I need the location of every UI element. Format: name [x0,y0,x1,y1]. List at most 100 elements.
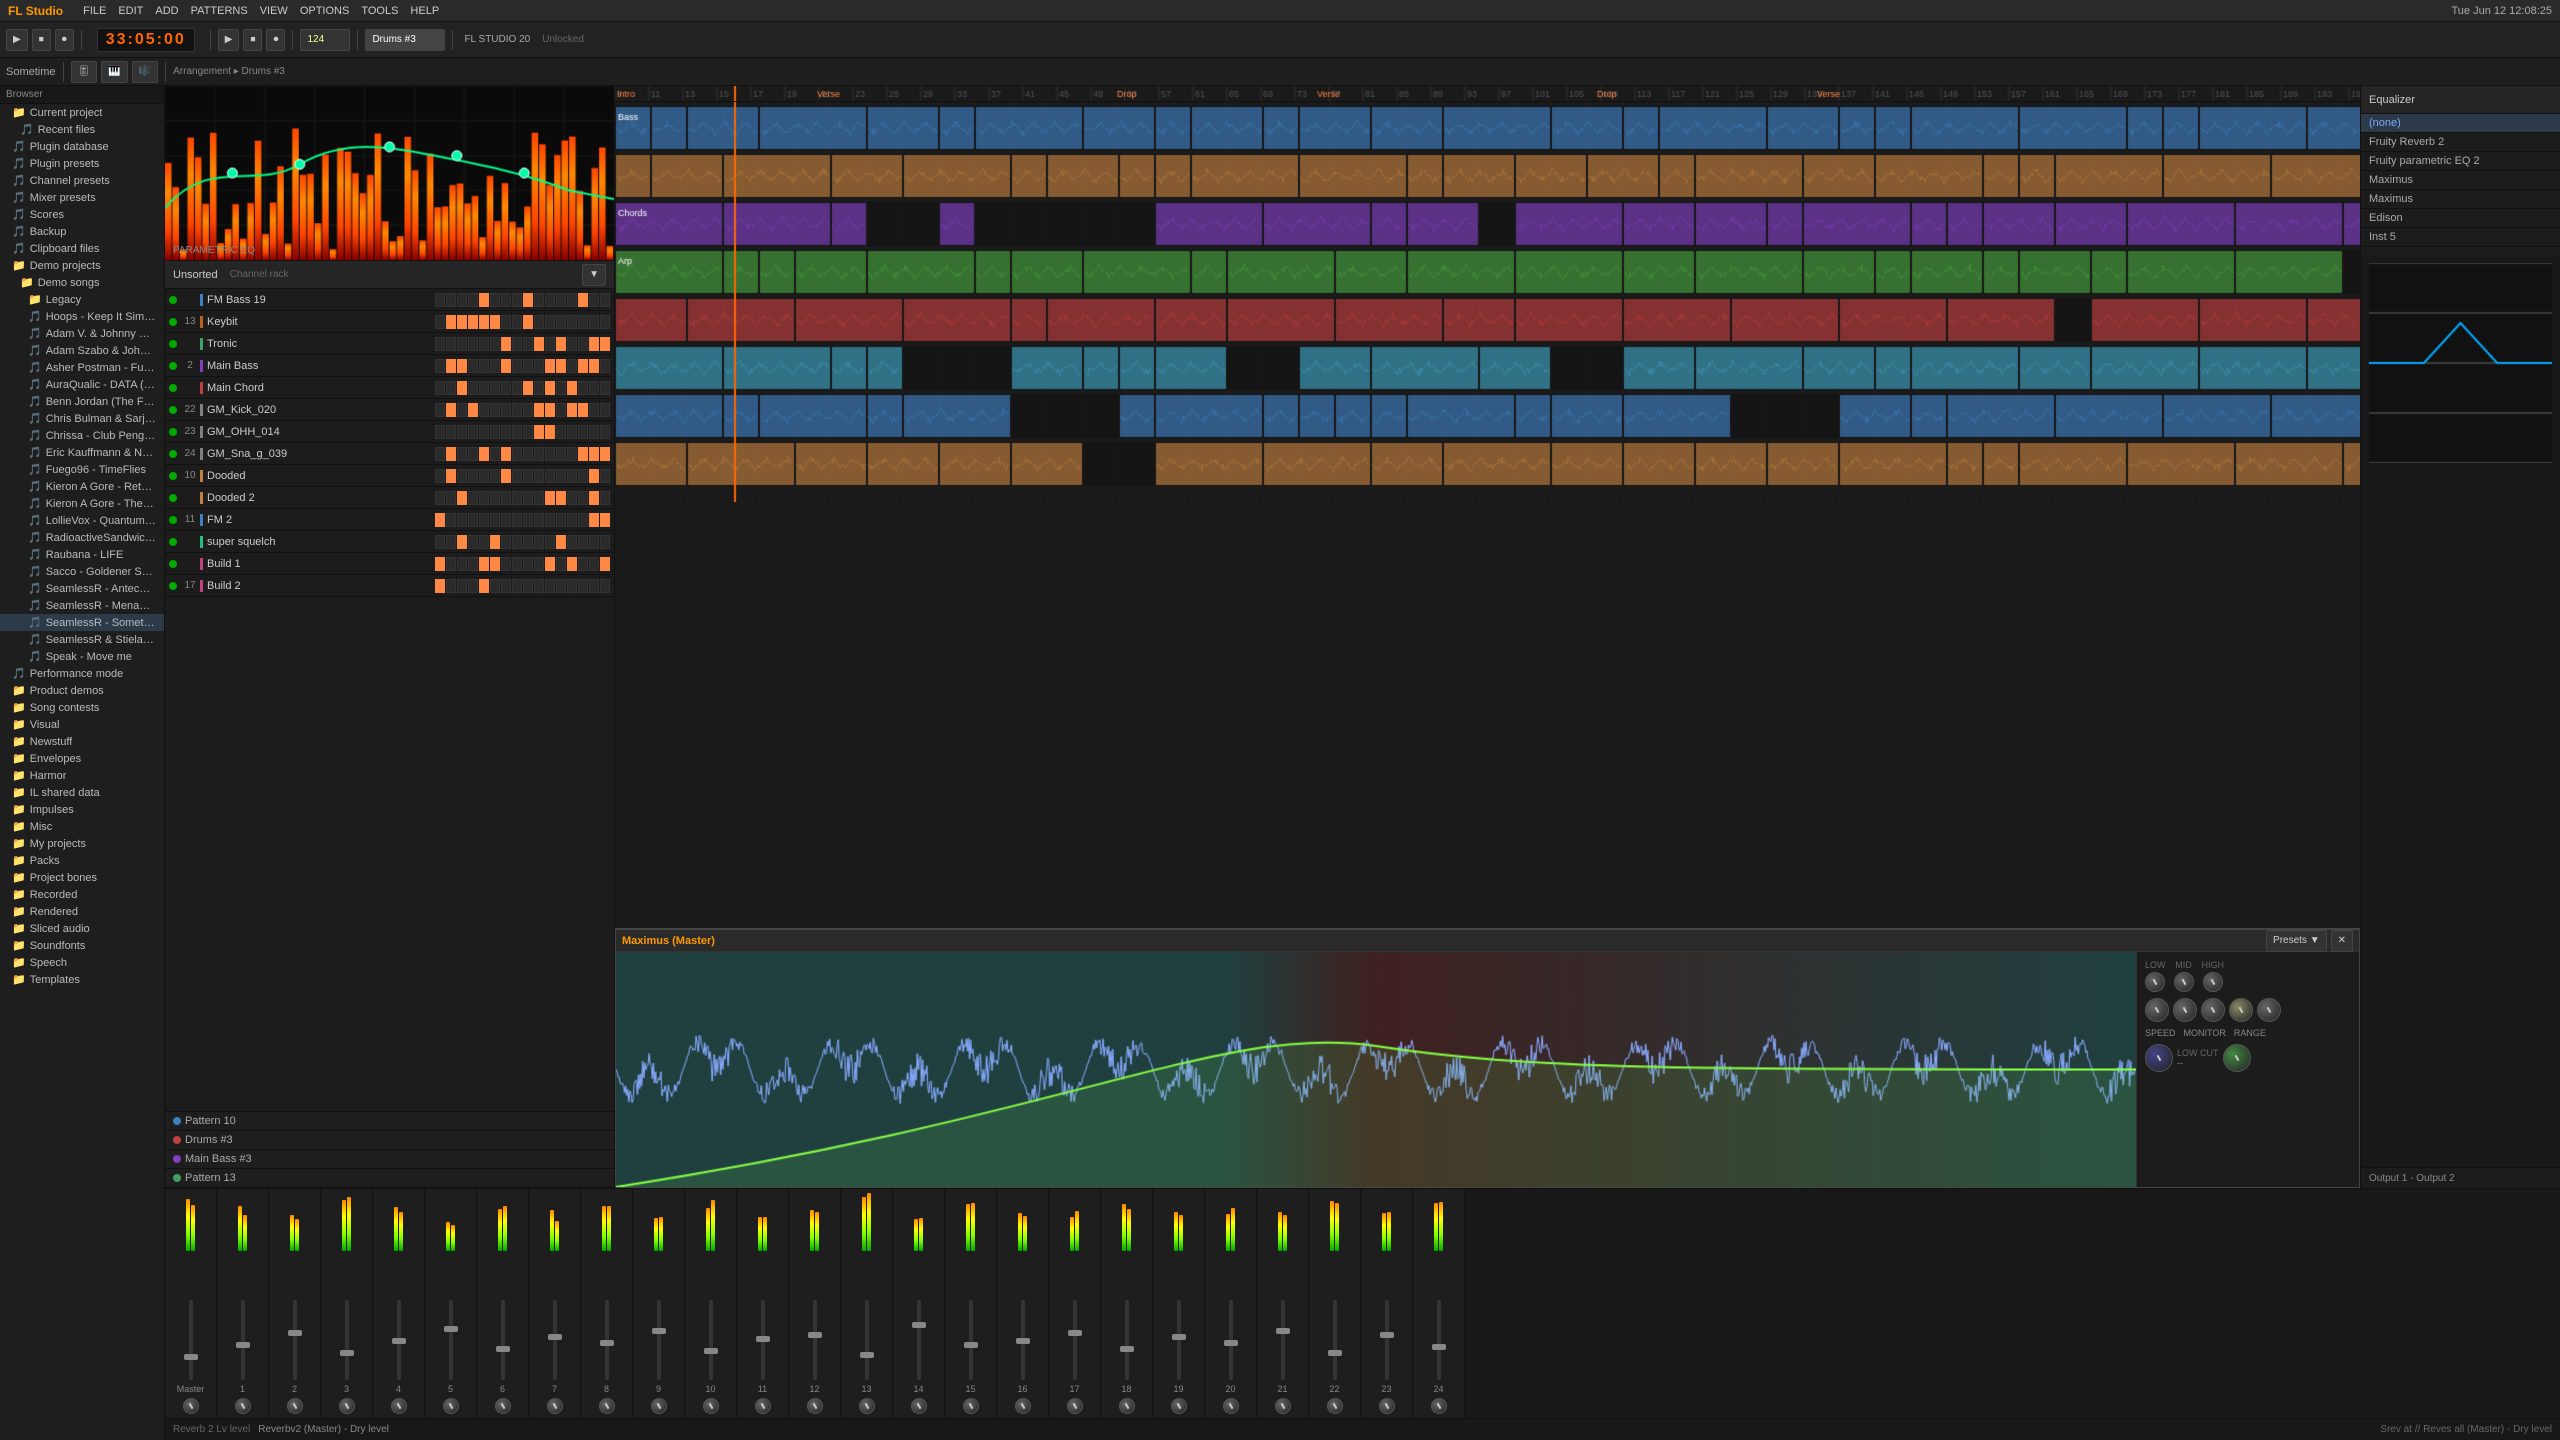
sidebar-item-backup[interactable]: 🎵Backup [0,223,164,240]
sidebar-item-current-project[interactable]: 📁Current project [0,104,164,121]
seq-pad-6-14[interactable] [589,403,599,417]
channel-pads-6[interactable] [435,403,610,417]
channel-pads-7[interactable] [435,425,610,439]
seq-pad-9-10[interactable] [545,469,555,483]
sidebar-item-soundfonts[interactable]: 📁Soundfonts [0,937,164,954]
seq-pad-1-2[interactable] [457,293,467,307]
channel-led-5[interactable] [169,384,177,392]
seq-pad-2-4[interactable] [479,315,489,329]
sidebar-item-asher[interactable]: 🎵Asher Postman - Future Bass [0,359,164,376]
sidebar-item-seamless-m[interactable]: 🎵SeamlessR - Menagerie [0,597,164,614]
mixer-channel-Master[interactable]: Master [165,1189,217,1418]
fader-container-24[interactable] [1413,1251,1464,1382]
seq-pad-11-5[interactable] [490,513,500,527]
seq-pad-6-10[interactable] [545,403,555,417]
right-panel-item-6[interactable]: Edison [2361,209,2560,228]
mixer-knob-19[interactable] [1171,1398,1187,1414]
mixer-knob-14[interactable] [911,1398,927,1414]
sidebar-item-legacy[interactable]: 📁Legacy [0,291,164,308]
seq-pad-14-10[interactable] [545,579,555,593]
seq-pad-9-1[interactable] [446,469,456,483]
seq-pad-8-10[interactable] [545,447,555,461]
seq-pad-12-11[interactable] [556,535,566,549]
maximus-threshold-knob[interactable] [2173,998,2197,1022]
right-panel-item-5[interactable]: Maximus [2361,190,2560,209]
seq-pad-13-2[interactable] [457,557,467,571]
sidebar-item-song-contests[interactable]: 📁Song contests [0,699,164,716]
fader-container-15[interactable] [945,1251,996,1382]
seq-pad-8-4[interactable] [479,447,489,461]
seq-pad-7-11[interactable] [556,425,566,439]
seq-pad-10-9[interactable] [534,491,544,505]
fader-container-Master[interactable] [165,1251,216,1382]
seq-pad-12-6[interactable] [501,535,511,549]
seq-pad-4-13[interactable] [578,359,588,373]
seq-pad-10-0[interactable] [435,491,445,505]
seq-pad-9-3[interactable] [468,469,478,483]
seq-pad-2-1[interactable] [446,315,456,329]
seq-pad-13-11[interactable] [556,557,566,571]
mixer-knob-5[interactable] [443,1398,459,1414]
channel-row-12[interactable]: super squelch [165,531,614,553]
menu-view[interactable]: VIEW [260,5,288,17]
fader-knob-17[interactable] [1068,1330,1082,1336]
seq-pad-1-4[interactable] [479,293,489,307]
seq-pad-5-15[interactable] [600,381,610,395]
seq-pad-3-3[interactable] [468,337,478,351]
mixer-channel-3[interactable]: 3 [321,1189,373,1418]
seq-pad-1-9[interactable] [534,293,544,307]
maximus-low-knob[interactable] [2145,972,2165,992]
seq-pad-3-4[interactable] [479,337,489,351]
seq-pad-6-12[interactable] [567,403,577,417]
seq-pad-3-0[interactable] [435,337,445,351]
mixer-channel-4[interactable]: 4 [373,1189,425,1418]
mixer-channel-7[interactable]: 7 [529,1189,581,1418]
seq-pad-5-0[interactable] [435,381,445,395]
fader-container-11[interactable] [737,1251,788,1382]
seq-pad-9-12[interactable] [567,469,577,483]
seq-pad-5-10[interactable] [545,381,555,395]
mixer-channel-10[interactable]: 10 [685,1189,737,1418]
maximus-lc-knob[interactable] [2145,1044,2173,1072]
seq-pad-10-1[interactable] [446,491,456,505]
seq-pad-7-3[interactable] [468,425,478,439]
seq-pad-6-1[interactable] [446,403,456,417]
mixer-knob-20[interactable] [1223,1398,1239,1414]
fader-container-17[interactable] [1049,1251,1100,1382]
seq-pad-5-4[interactable] [479,381,489,395]
sidebar-item-benn[interactable]: 🎵Benn Jordan (The Flashbulb) - Cassette … [0,393,164,410]
fader-knob-16[interactable] [1016,1338,1030,1344]
seq-pad-6-5[interactable] [490,403,500,417]
seq-pad-3-13[interactable] [578,337,588,351]
seq-pad-4-11[interactable] [556,359,566,373]
seq-pad-6-8[interactable] [523,403,533,417]
seq-pad-4-10[interactable] [545,359,555,373]
seq-pad-13-7[interactable] [512,557,522,571]
seq-pad-7-1[interactable] [446,425,456,439]
seq-pad-10-3[interactable] [468,491,478,505]
seq-pad-5-5[interactable] [490,381,500,395]
fader-knob-Master[interactable] [184,1354,198,1360]
mixer-knob-23[interactable] [1379,1398,1395,1414]
seq-pad-8-2[interactable] [457,447,467,461]
channel-pads-13[interactable] [435,557,610,571]
seq-pad-4-9[interactable] [534,359,544,373]
maximus-gain-knob[interactable] [2145,998,2169,1022]
mixer-channel-22[interactable]: 22 [1309,1189,1361,1418]
seq-pad-7-9[interactable] [534,425,544,439]
fader-container-4[interactable] [373,1251,424,1382]
fader-container-23[interactable] [1361,1251,1412,1382]
seq-pad-11-6[interactable] [501,513,511,527]
menu-add[interactable]: ADD [155,5,178,17]
channel-led-14[interactable] [169,582,177,590]
arrangement-timeline[interactable] [615,86,2360,102]
mixer-channel-19[interactable]: 19 [1153,1189,1205,1418]
maximus-knee-knob[interactable] [2229,998,2253,1022]
seq-pad-11-14[interactable] [589,513,599,527]
seq-pad-4-4[interactable] [479,359,489,373]
fader-container-13[interactable] [841,1251,892,1382]
seq-pad-11-2[interactable] [457,513,467,527]
seq-pad-2-15[interactable] [600,315,610,329]
fader-knob-11[interactable] [756,1336,770,1342]
sidebar-item-my-projects[interactable]: 📁My projects [0,835,164,852]
